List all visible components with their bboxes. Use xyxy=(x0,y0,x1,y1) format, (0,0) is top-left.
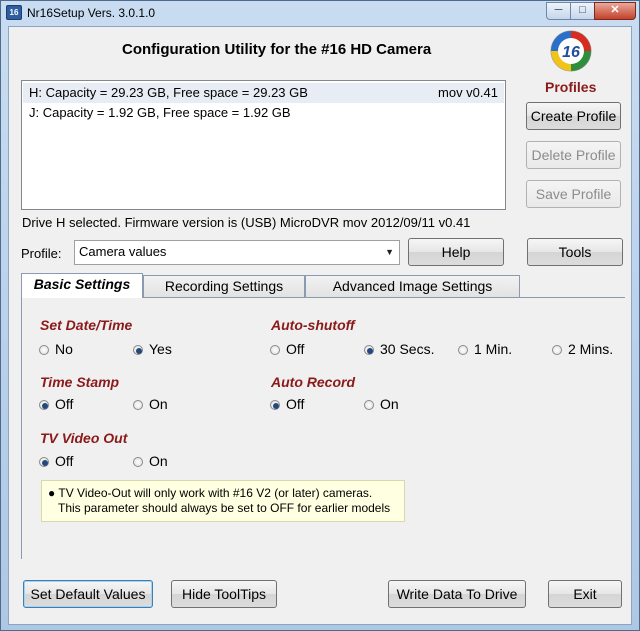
hide-tooltips-button[interactable]: Hide ToolTips xyxy=(171,580,277,608)
maximize-button[interactable]: □ xyxy=(570,2,595,20)
minimize-button[interactable]: ─ xyxy=(546,2,571,20)
drive-row[interactable]: H: Capacity = 29.23 GB, Free space = 29.… xyxy=(23,83,504,103)
profile-label: Profile: xyxy=(21,246,62,261)
time-stamp-title: Time Stamp xyxy=(40,374,120,390)
drive-status-text: Drive H selected. Firmware version is (U… xyxy=(22,215,471,230)
client-area: Configuration Utility for the #16 HD Cam… xyxy=(8,26,632,625)
time-stamp-on-radio[interactable]: On xyxy=(133,396,168,412)
app-window: 16 Nr16Setup Vers. 3.0.1.0 ─ □ ✕ Configu… xyxy=(0,0,640,631)
radio-label: 2 Mins. xyxy=(568,341,614,357)
radio-label: Yes xyxy=(149,341,172,357)
radio-icon xyxy=(458,345,468,355)
auto-record-title: Auto Record xyxy=(271,374,355,390)
time-stamp-off-radio[interactable]: Off xyxy=(39,396,73,412)
radio-label: Off xyxy=(286,341,305,357)
set-default-values-button[interactable]: Set Default Values xyxy=(23,580,153,608)
chevron-down-icon[interactable]: ▼ xyxy=(385,241,394,263)
radio-label: 1 Min. xyxy=(474,341,513,357)
radio-selected-icon xyxy=(39,400,49,410)
drive-firmware: mov v0.41 xyxy=(438,85,498,100)
title-bar[interactable]: 16 Nr16Setup Vers. 3.0.1.0 ─ □ ✕ xyxy=(1,1,639,25)
radio-label: On xyxy=(380,396,399,412)
tooltip: ● TV Video-Out will only work with #16 V… xyxy=(41,480,405,522)
radio-label: No xyxy=(55,341,73,357)
app-icon[interactable]: 16 xyxy=(6,5,22,20)
profile-dropdown[interactable]: Camera values ▼ xyxy=(74,240,400,265)
delete-profile-button[interactable]: Delete Profile xyxy=(526,141,621,169)
radio-label: Off xyxy=(286,396,305,412)
profile-selected-value: Camera values xyxy=(79,244,167,259)
profiles-label: Profiles xyxy=(545,79,597,95)
camera-logo-icon: 16 xyxy=(550,30,592,72)
set-date-time-title: Set Date/Time xyxy=(40,317,133,333)
help-button[interactable]: Help xyxy=(408,238,504,266)
radio-icon xyxy=(133,457,143,467)
tab-advanced-image-settings[interactable]: Advanced Image Settings xyxy=(305,275,520,297)
close-button[interactable]: ✕ xyxy=(594,2,636,20)
radio-label: 30 Secs. xyxy=(380,341,435,357)
radio-selected-icon xyxy=(39,457,49,467)
auto-record-off-radio[interactable]: Off xyxy=(270,396,304,412)
tools-button[interactable]: Tools xyxy=(527,238,623,266)
page-title: Configuration Utility for the #16 HD Cam… xyxy=(122,41,432,58)
radio-icon xyxy=(39,345,49,355)
radio-icon xyxy=(552,345,562,355)
radio-label: On xyxy=(149,396,168,412)
drive-info: J: Capacity = 1.92 GB, Free space = 1.92… xyxy=(29,105,291,120)
radio-selected-icon xyxy=(133,345,143,355)
radio-icon xyxy=(364,400,374,410)
write-data-to-drive-button[interactable]: Write Data To Drive xyxy=(388,580,526,608)
auto-shutoff-30s-radio[interactable]: 30 Secs. xyxy=(364,341,434,357)
date-time-yes-radio[interactable]: Yes xyxy=(133,341,172,357)
tooltip-line: ● TV Video-Out will only work with #16 V… xyxy=(48,486,373,500)
radio-icon xyxy=(270,345,280,355)
create-profile-button[interactable]: Create Profile xyxy=(526,102,621,130)
auto-shutoff-2min-radio[interactable]: 2 Mins. xyxy=(552,341,613,357)
auto-shutoff-1min-radio[interactable]: 1 Min. xyxy=(458,341,512,357)
tv-out-off-radio[interactable]: Off xyxy=(39,453,73,469)
tv-video-out-title: TV Video Out xyxy=(40,430,128,446)
window-title: Nr16Setup Vers. 3.0.1.0 xyxy=(27,6,156,20)
logo-text: 16 xyxy=(562,44,580,61)
save-profile-button[interactable]: Save Profile xyxy=(526,180,621,208)
auto-record-on-radio[interactable]: On xyxy=(364,396,399,412)
tooltip-line: This parameter should always be set to O… xyxy=(58,501,391,515)
drive-info: H: Capacity = 29.23 GB, Free space = 29.… xyxy=(29,85,308,100)
tv-out-on-radio[interactable]: On xyxy=(133,453,168,469)
auto-shutoff-off-radio[interactable]: Off xyxy=(270,341,304,357)
drive-row[interactable]: J: Capacity = 1.92 GB, Free space = 1.92… xyxy=(23,103,504,123)
radio-selected-icon xyxy=(270,400,280,410)
tab-basic-settings[interactable]: Basic Settings xyxy=(21,273,143,298)
auto-shutoff-title: Auto-shutoff xyxy=(271,317,355,333)
exit-button[interactable]: Exit xyxy=(548,580,622,608)
radio-label: Off xyxy=(55,453,74,469)
radio-selected-icon xyxy=(364,345,374,355)
date-time-no-radio[interactable]: No xyxy=(39,341,73,357)
radio-label: On xyxy=(149,453,168,469)
drive-list[interactable]: H: Capacity = 29.23 GB, Free space = 29.… xyxy=(21,80,506,210)
radio-label: Off xyxy=(55,396,74,412)
radio-icon xyxy=(133,400,143,410)
tab-recording-settings[interactable]: Recording Settings xyxy=(143,275,305,297)
